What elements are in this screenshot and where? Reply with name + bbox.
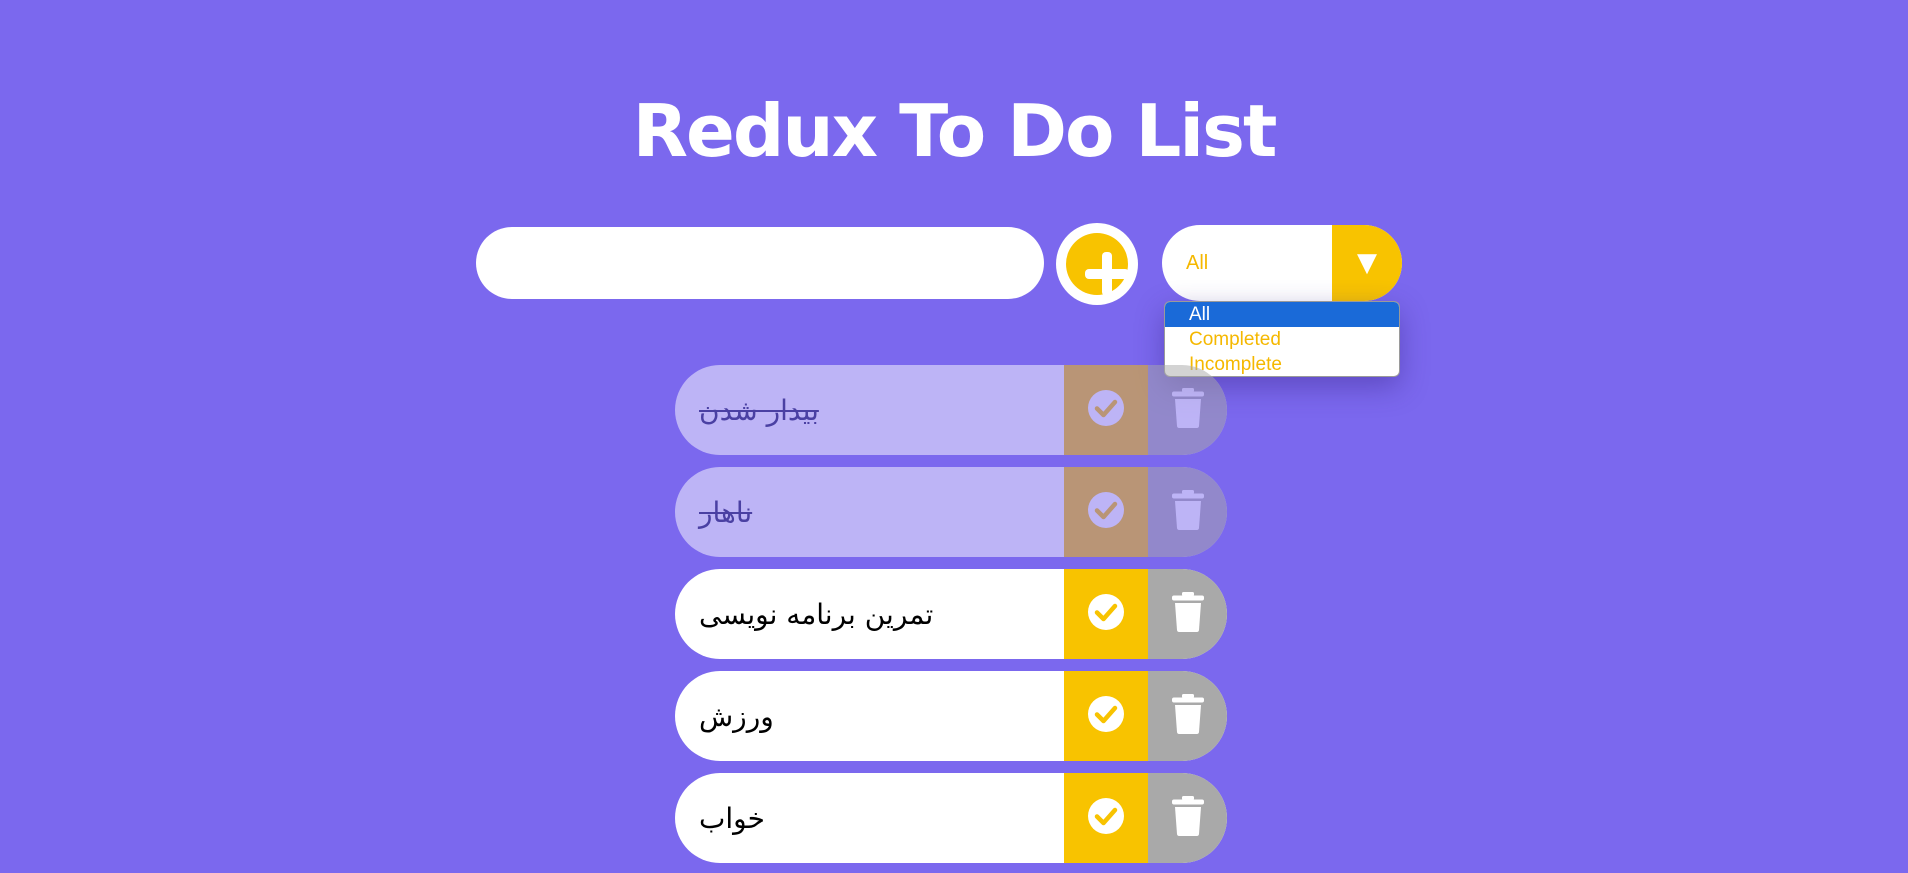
add-todo-button[interactable] bbox=[1056, 223, 1138, 305]
delete-button[interactable] bbox=[1148, 365, 1227, 455]
complete-button[interactable] bbox=[1064, 569, 1148, 659]
delete-button[interactable] bbox=[1148, 569, 1227, 659]
check-circle-icon bbox=[1087, 389, 1125, 431]
todo-item: ورزش bbox=[675, 671, 1227, 761]
complete-button[interactable] bbox=[1064, 671, 1148, 761]
todo-input[interactable] bbox=[476, 227, 1044, 299]
complete-button[interactable] bbox=[1064, 365, 1148, 455]
delete-button[interactable] bbox=[1148, 671, 1227, 761]
plus-circle-icon bbox=[1066, 233, 1129, 296]
trash-icon bbox=[1171, 388, 1205, 432]
todo-text: خواب bbox=[699, 801, 765, 835]
trash-icon bbox=[1171, 694, 1205, 738]
delete-button[interactable] bbox=[1148, 773, 1227, 863]
todo-text: بیدار شدن bbox=[699, 393, 819, 427]
page-title: Redux To Do List bbox=[632, 89, 1278, 174]
complete-button[interactable] bbox=[1064, 467, 1148, 557]
todo-list: بیدار شدن ناهار تمرین برنامه نویسی ورزش خواب bbox=[675, 365, 1227, 873]
check-circle-icon bbox=[1087, 695, 1125, 737]
todo-text: تمرین برنامه نویسی bbox=[699, 597, 934, 631]
page: Redux To Do List All ▼ All Completed Inc… bbox=[0, 0, 1908, 873]
todo-item: بیدار شدن bbox=[675, 365, 1227, 455]
todo-text: ورزش bbox=[699, 699, 774, 733]
complete-button[interactable] bbox=[1064, 773, 1148, 863]
todo-item: خواب bbox=[675, 773, 1227, 863]
chevron-down-icon: ▼ bbox=[1332, 225, 1402, 301]
todo-text: ناهار bbox=[699, 495, 753, 529]
trash-icon bbox=[1171, 796, 1205, 840]
check-circle-icon bbox=[1087, 593, 1125, 635]
trash-icon bbox=[1171, 592, 1205, 636]
todo-item: تمرین برنامه نویسی bbox=[675, 569, 1227, 659]
delete-button[interactable] bbox=[1148, 467, 1227, 557]
filter-selected-value: All bbox=[1186, 252, 1209, 274]
filter-option-completed[interactable]: Completed bbox=[1165, 327, 1399, 352]
check-circle-icon bbox=[1087, 491, 1125, 533]
check-circle-icon bbox=[1087, 797, 1125, 839]
filter-option-all[interactable]: All bbox=[1165, 302, 1399, 327]
trash-icon bbox=[1171, 490, 1205, 534]
filter-select[interactable]: All ▼ bbox=[1162, 225, 1402, 301]
todo-item: ناهار bbox=[675, 467, 1227, 557]
